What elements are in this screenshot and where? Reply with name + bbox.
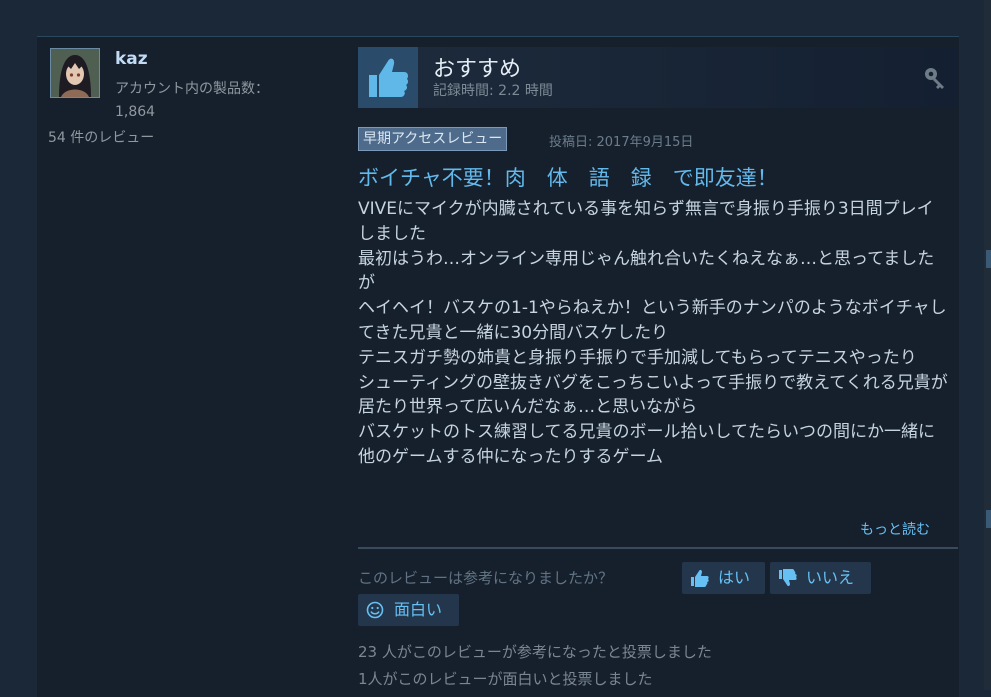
thumbs-up-badge (358, 47, 418, 108)
divider (358, 547, 958, 549)
review-body: VIVEにマイクが内臓されている事を知らず無言で身振り手振り3日間プレイしました… (358, 197, 950, 507)
recommendation-header: おすすめ 記録時間: 2.2 時間 (358, 47, 958, 108)
vote-no-label: いいえ (806, 568, 855, 587)
funny-count: 1人がこのレビューが面白いと投票しました (358, 670, 653, 688)
playtime: 記録時間: 2.2 時間 (433, 83, 553, 99)
thumbs-down-icon (779, 569, 797, 587)
review-line: シューティングの壁抜きバグをこっちこいよって手振りで教えてくれる兄貴が居たり世界… (358, 372, 948, 418)
smiley-icon (366, 601, 384, 619)
products-count[interactable]: 1,864 (115, 104, 155, 120)
avatar[interactable] (50, 48, 100, 98)
vote-funny-label: 面白い (394, 600, 443, 619)
review-line: テニスガチ勢の姉貴と身振り手振りで手加減してもらってテニスやったり (358, 347, 917, 368)
page-scrollbar[interactable] (984, 0, 991, 690)
early-access-badge: 早期アクセスレビュー (358, 127, 508, 151)
review-line: ヘイヘイ！バスケの1-1やらねえか！という新手のナンパのようなボイチャしてきた兄… (358, 298, 947, 343)
posted-date: 投稿日: 2017年9月15日 (549, 135, 694, 150)
scroll-marker (986, 510, 991, 528)
reviewer-name[interactable]: kaz (115, 49, 148, 69)
vote-funny-button[interactable]: 面白い (358, 594, 459, 626)
review-fade (358, 462, 958, 510)
thumbs-up-icon (369, 58, 409, 97)
helpful-question: このレビューは参考になりましたか？ (358, 569, 614, 587)
vote-no-button[interactable]: いいえ (770, 562, 871, 594)
read-more-link[interactable]: もっと読む (860, 519, 930, 539)
review-line: 最初はうわ…オンライン専用じゃん触れ合いたくねえなぁ…と思ってましたが (358, 248, 935, 294)
avatar-image (51, 49, 99, 97)
review-title: ボイチャ不要！肉 体 語 録 で即友達！ (358, 166, 778, 190)
vote-yes-label: はい (718, 568, 751, 587)
scroll-marker (986, 250, 991, 268)
products-label[interactable]: アカウント内の製品数： (115, 78, 269, 98)
review-count[interactable]: 54 件のレビュー (48, 127, 154, 147)
key-icon[interactable] (922, 65, 948, 91)
helpful-count: 23 人がこのレビューが参考になったと投票しました (358, 643, 712, 661)
vote-yes-button[interactable]: はい (682, 562, 765, 594)
recommendation-title[interactable]: おすすめ (433, 51, 521, 83)
review-line: VIVEにマイクが内臓されている事を知らず無言で身振り手振り3日間プレイしました (358, 199, 934, 244)
thumbs-up-icon (691, 569, 709, 587)
